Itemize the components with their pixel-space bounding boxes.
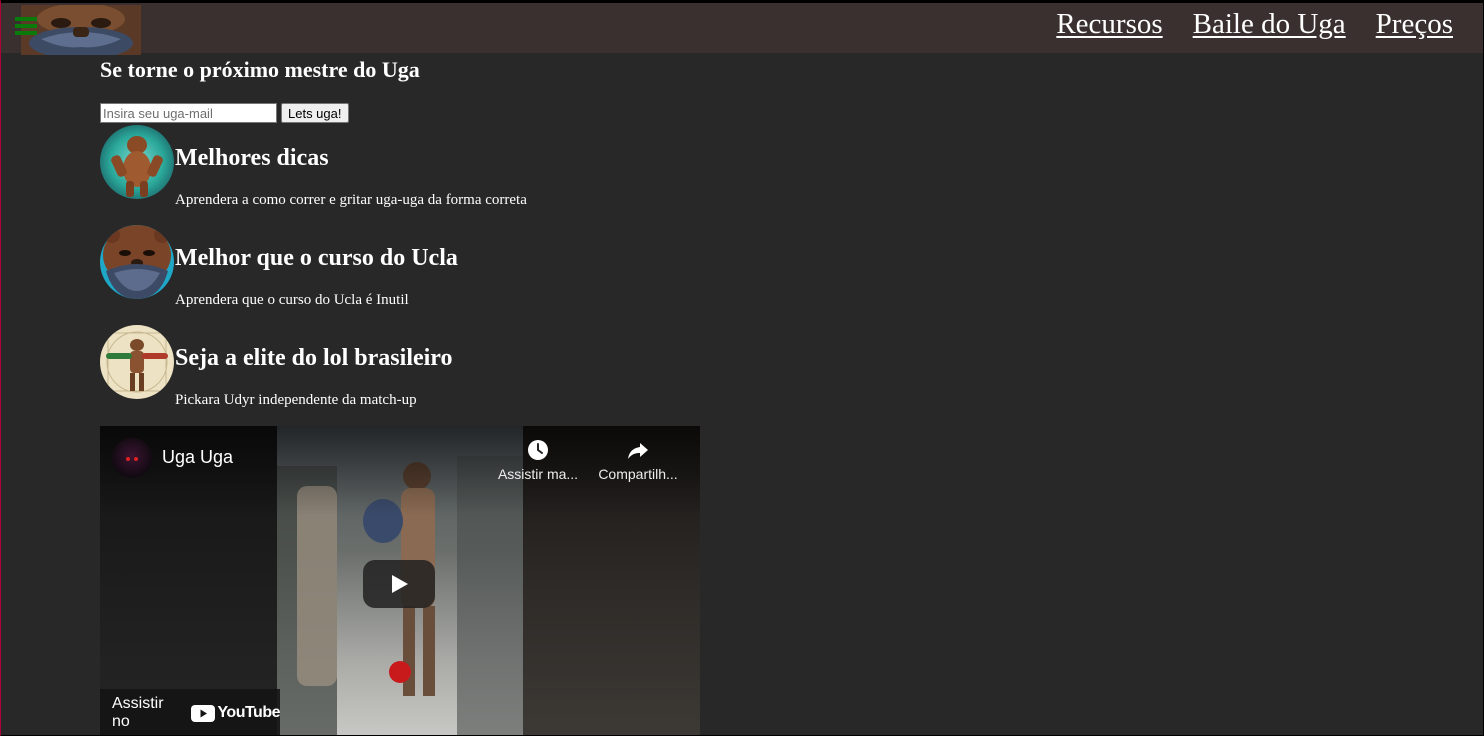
play-icon: [392, 575, 408, 593]
feature-description: Aprendera a como correr e gritar uga-uga…: [175, 192, 527, 208]
nav-link-baile-do-uga[interactable]: Baile do Uga: [1193, 7, 1346, 41]
page: Recursos Baile do Uga Preços Se torne o …: [0, 0, 1484, 736]
youtube-wordmark: YouTube: [217, 704, 280, 721]
share-button[interactable]: Compartilh...: [595, 438, 681, 482]
bear-character-icon: [100, 125, 174, 199]
channel-avatar[interactable]: [112, 438, 152, 478]
vitruvian-bear-icon: [100, 325, 174, 399]
youtube-play-icon: [191, 704, 216, 722]
watch-later-button[interactable]: Assistir ma...: [495, 438, 581, 482]
email-input[interactable]: [100, 103, 277, 123]
watch-on-youtube-link[interactable]: Assistir no YouTube: [100, 689, 280, 735]
lets-uga-button[interactable]: Lets uga!: [281, 103, 349, 123]
main-nav: Recursos Baile do Uga Preços: [1056, 7, 1453, 41]
header: Recursos Baile do Uga Preços: [1, 1, 1483, 55]
watch-on-label: Assistir no: [112, 695, 164, 730]
video-embed[interactable]: Uga Uga Assistir ma... Compartilh... Ass…: [100, 426, 700, 735]
nav-link-recursos[interactable]: Recursos: [1056, 7, 1162, 41]
feature-title: Melhores dicas: [175, 145, 329, 171]
clock-icon: [528, 440, 548, 460]
feature-description: Aprendera que o curso do Ucla é Inutil: [175, 292, 409, 308]
feature-description: Pickara Udyr independente da match-up: [175, 392, 417, 408]
watch-later-label: Assistir ma...: [497, 466, 579, 482]
youtube-logo: YouTube: [191, 704, 280, 722]
share-label: Compartilh...: [598, 466, 678, 482]
hamburger-menu-icon[interactable]: [9, 11, 43, 41]
feature-title: Seja a elite do lol brasileiro: [175, 345, 453, 371]
play-button[interactable]: [363, 560, 435, 608]
signup-form: Lets uga!: [100, 103, 349, 123]
page-headline: Se torne o próximo mestre do Uga: [100, 57, 420, 82]
video-title[interactable]: Uga Uga: [162, 447, 233, 468]
bear-face-icon: [100, 225, 174, 299]
feature-title: Melhor que o curso do Ucla: [175, 245, 458, 271]
share-arrow-icon: [628, 443, 648, 459]
nav-link-precos[interactable]: Preços: [1376, 7, 1453, 41]
